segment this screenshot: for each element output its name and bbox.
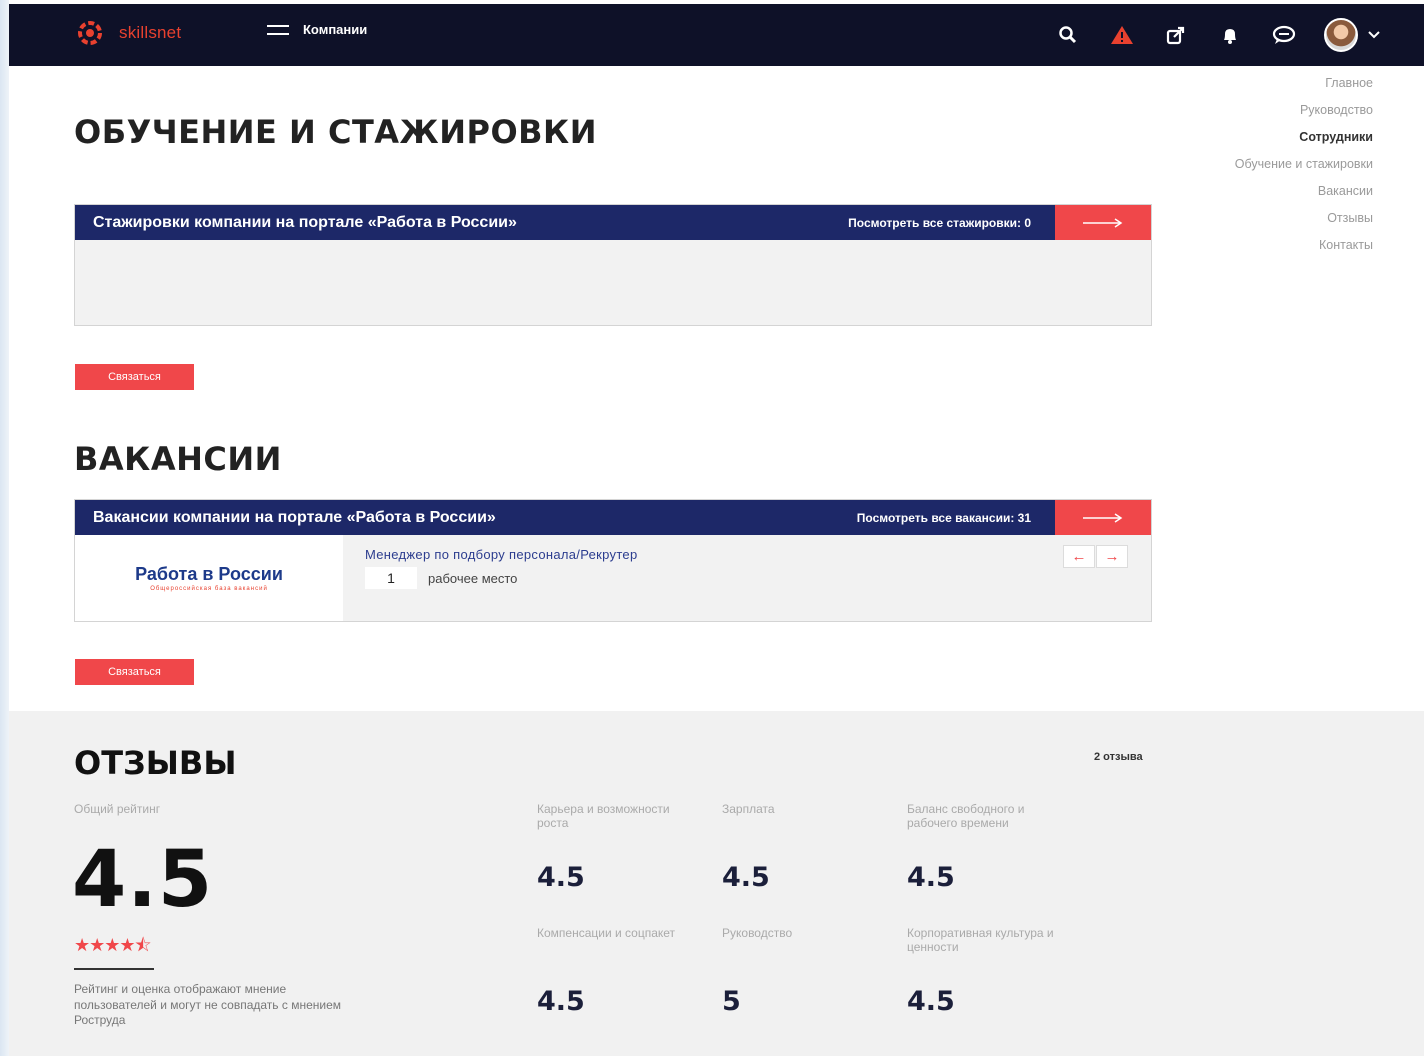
anchor-vacancies[interactable]: Вакансии: [1235, 182, 1373, 209]
share-icon[interactable]: [1162, 18, 1190, 52]
category-value: 4.5: [907, 862, 955, 893]
nav-icons: [1054, 18, 1380, 52]
section-anchor-nav: Главное Руководство Сотрудники Обучение …: [1235, 74, 1373, 263]
category-value: 4.5: [907, 986, 955, 1017]
vacancies-title: ВАКАНСИИ: [74, 440, 282, 478]
portal-subtitle: Общероссийская база вакансий: [150, 586, 268, 592]
vacancy-prev-button[interactable]: ←: [1063, 545, 1095, 568]
reviews-count-link[interactable]: 2 отзыва: [1094, 751, 1143, 763]
search-icon[interactable]: [1054, 18, 1082, 52]
rating-category: Зарплата 4.5: [722, 802, 882, 893]
internships-arrow-button[interactable]: [1055, 205, 1151, 240]
category-label: Зарплата: [722, 802, 775, 816]
rating-category: Руководство 5: [722, 926, 882, 1017]
anchor-employees[interactable]: Сотрудники: [1235, 128, 1373, 155]
arrow-right-icon: [1083, 512, 1123, 523]
vacancy-count-label: рабочее место: [428, 571, 518, 586]
left-edge: [0, 0, 9, 1056]
chevron-down-icon: [1368, 31, 1380, 39]
category-label: Корпоративная культура и ценности: [907, 926, 1054, 954]
category-label: Компенсации и соцпакет: [537, 926, 676, 940]
rating-category: Корпоративная культура и ценности 4.5: [907, 926, 1067, 1017]
view-all-vacancies-link[interactable]: Посмотреть все вакансии: 31: [857, 511, 1031, 525]
anchor-reviews[interactable]: Отзывы: [1235, 209, 1373, 236]
rating-stars-icon: ★★★★⯪: [74, 935, 152, 955]
internships-panel: Стажировки компании на портале «Работа в…: [74, 204, 1152, 326]
internships-panel-header: Стажировки компании на портале «Работа в…: [75, 205, 1151, 240]
category-label: Руководство: [722, 926, 793, 940]
category-label: Баланс свободного и рабочего времени: [907, 802, 1025, 830]
warning-icon[interactable]: [1108, 18, 1136, 52]
rating-disclaimer: Рейтинг и оценка отображают мнение польз…: [74, 982, 341, 1027]
companies-menu-toggle[interactable]: Компании: [267, 22, 367, 37]
logo-text: skillsnet: [119, 23, 182, 42]
overall-rating-label: Общий рейтинг: [74, 802, 161, 816]
category-value: 5: [722, 986, 741, 1017]
category-value: 4.5: [537, 986, 585, 1017]
overall-rating-value: 4.5: [72, 835, 214, 925]
user-menu[interactable]: [1324, 18, 1380, 52]
vacancy-count: 1: [365, 567, 417, 589]
vacancies-panel-header: Вакансии компании на портале «Работа в Р…: [75, 500, 1151, 535]
internships-panel-title: Стажировки компании на портале «Работа в…: [93, 213, 517, 231]
vacancy-card: Менеджер по подбору персонала/Рекрутер 1…: [343, 535, 1151, 621]
anchor-management[interactable]: Руководство: [1235, 101, 1373, 128]
category-label: Карьера и возможности роста: [537, 802, 670, 830]
reviews-title: ОТЗЫВЫ: [74, 744, 237, 782]
chat-icon[interactable]: [1270, 18, 1298, 52]
bell-icon[interactable]: [1216, 18, 1244, 52]
top-navbar: skillsnet Компании: [9, 4, 1424, 66]
anchor-main[interactable]: Главное: [1235, 74, 1373, 101]
portal-name: Работа в России: [135, 564, 283, 584]
category-value: 4.5: [722, 862, 770, 893]
internships-title: ОБУЧЕНИЕ И СТАЖИРОВКИ: [74, 113, 597, 151]
vacancies-panel-title: Вакансии компании на портале «Работа в Р…: [93, 508, 496, 526]
vacancy-next-button[interactable]: →: [1096, 545, 1128, 568]
skillsnet-logo-icon: [78, 21, 102, 45]
view-all-internships-link[interactable]: Посмотреть все стажировки: 0: [848, 216, 1031, 230]
divider: [74, 968, 154, 970]
category-value: 4.5: [537, 862, 585, 893]
contact-button-vacancies[interactable]: Связаться: [75, 659, 194, 685]
hamburger-icon: [267, 24, 289, 35]
logo[interactable]: skillsnet: [73, 18, 181, 48]
reviews-section: ОТЗЫВЫ 2 отзыва Общий рейтинг 4.5 ★★★★⯪ …: [9, 711, 1424, 1056]
portal-logo: Работа в России Общероссийская база вака…: [75, 535, 343, 621]
rating-category: Компенсации и соцпакет 4.5: [537, 926, 697, 1017]
contact-button-internships[interactable]: Связаться: [75, 364, 194, 390]
vacancies-arrow-button[interactable]: [1055, 500, 1151, 535]
rating-category: Карьера и возможности роста 4.5: [537, 802, 697, 893]
anchor-training[interactable]: Обучение и стажировки: [1235, 155, 1373, 182]
menu-label: Компании: [303, 22, 368, 37]
anchor-contacts[interactable]: Контакты: [1235, 236, 1373, 263]
vacancy-title-link[interactable]: Менеджер по подбору персонала/Рекрутер: [365, 547, 638, 562]
arrow-right-icon: [1083, 217, 1123, 228]
rating-category: Баланс свободного и рабочего времени 4.5: [907, 802, 1067, 893]
vacancy-row: Работа в России Общероссийская база вака…: [75, 535, 1151, 621]
vacancies-panel: Вакансии компании на портале «Работа в Р…: [74, 499, 1152, 622]
avatar: [1324, 18, 1358, 52]
